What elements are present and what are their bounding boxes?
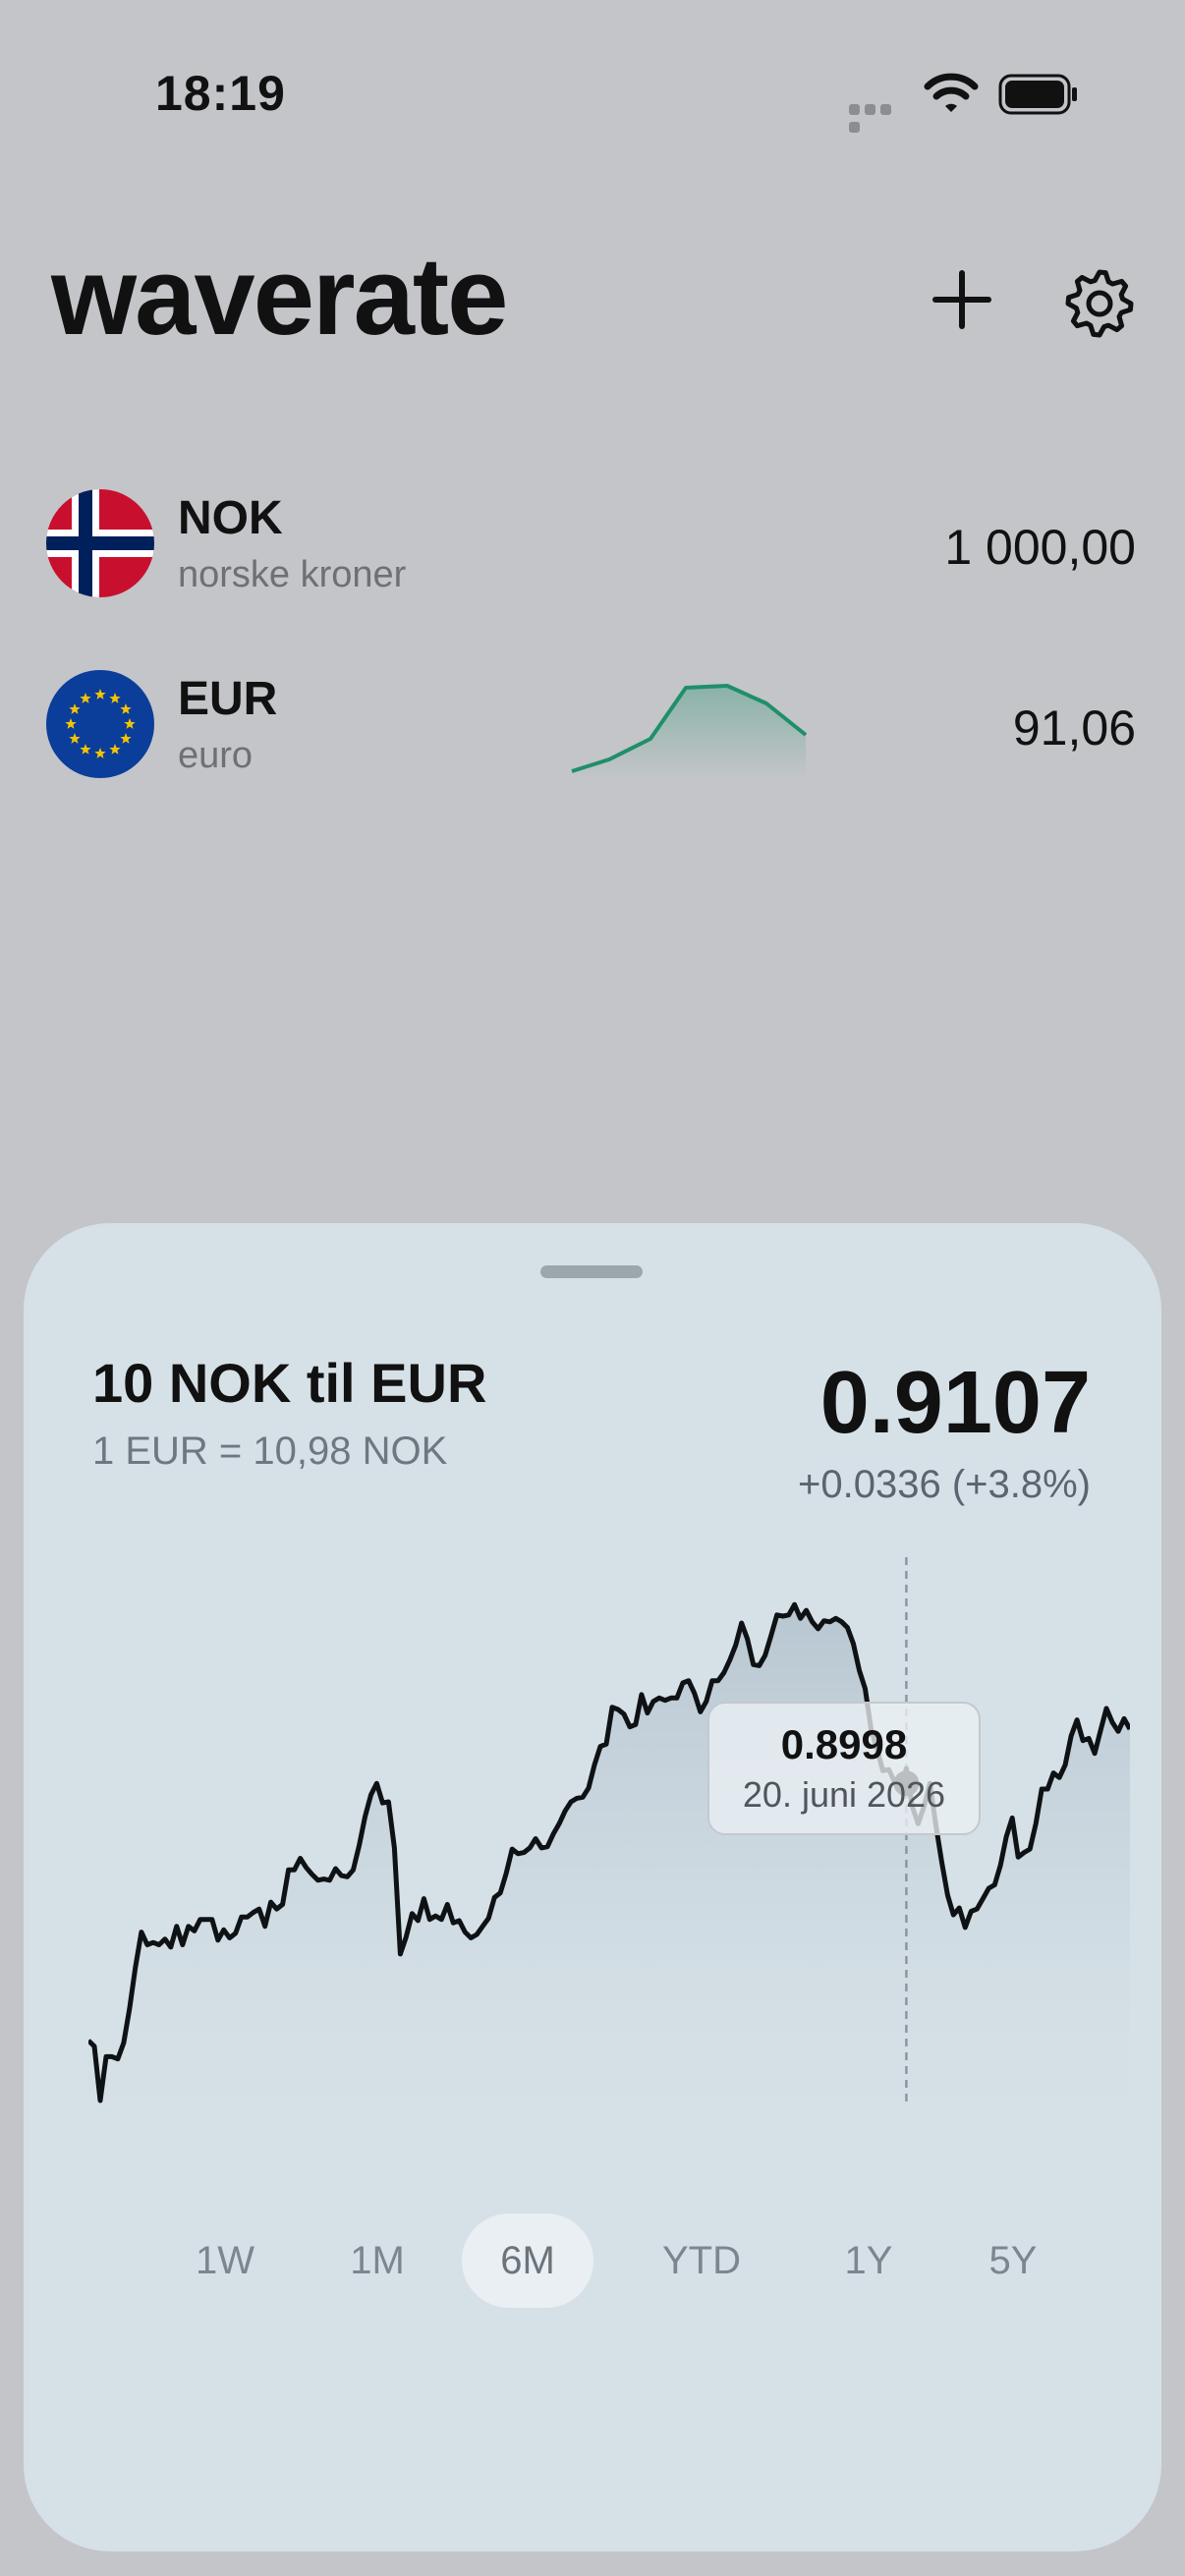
eu-flag-icon bbox=[46, 670, 154, 778]
tooltip-date: 20. juni 2026 bbox=[742, 1774, 946, 1815]
pair-title: 10 NOK til EUR bbox=[92, 1352, 487, 1414]
battery-icon bbox=[998, 74, 1077, 115]
value-change: +0.0336 (+3.8%) bbox=[798, 1463, 1091, 1506]
currency-name: euro bbox=[178, 735, 254, 776]
wifi-icon bbox=[924, 73, 979, 112]
range-ytd[interactable]: YTD bbox=[633, 2213, 770, 2308]
pair-rate: 1 EUR = 10,98 NOK bbox=[92, 1429, 448, 1473]
plus-icon[interactable] bbox=[928, 265, 996, 334]
app-title: waverate bbox=[51, 235, 508, 358]
currency-amount[interactable]: 91,06 bbox=[1013, 700, 1136, 756]
range-selector: 1W 1M 6M YTD 1Y 5Y bbox=[151, 2213, 1075, 2312]
norway-flag-icon bbox=[46, 489, 154, 597]
sheet-drag-handle[interactable] bbox=[540, 1265, 643, 1278]
range-1y[interactable]: 1Y bbox=[819, 2213, 918, 2308]
rate-chart[interactable] bbox=[88, 1557, 1130, 2127]
currency-code: NOK bbox=[178, 492, 283, 544]
range-1m[interactable]: 1M bbox=[328, 2213, 426, 2308]
currency-amount[interactable]: 1 000,00 bbox=[944, 519, 1136, 576]
chart-area bbox=[88, 1604, 1130, 2127]
range-5y[interactable]: 5Y bbox=[959, 2213, 1067, 2308]
cellular-signal-icon bbox=[849, 102, 908, 133]
tooltip-value: 0.8998 bbox=[780, 1721, 908, 1767]
currency-code: EUR bbox=[178, 673, 278, 725]
gear-icon[interactable] bbox=[1063, 267, 1136, 340]
range-6m[interactable]: 6M bbox=[462, 2213, 593, 2308]
converted-value: 0.9107 bbox=[819, 1354, 1091, 1452]
chart-tooltip: 0.8998 20. juni 2026 bbox=[707, 1702, 981, 1835]
currency-row-nok[interactable]: NOK norske kroner 1 000,00 bbox=[0, 479, 1185, 607]
rate-detail-sheet: 10 NOK til EUR 1 EUR = 10,98 NOK 0.9107 … bbox=[24, 1223, 1161, 2551]
currency-name: norske kroner bbox=[178, 554, 407, 595]
range-1w[interactable]: 1W bbox=[181, 2213, 269, 2308]
currency-row-eur[interactable]: EUR euro 91,06 bbox=[0, 660, 1185, 788]
trend-sparkline bbox=[571, 684, 808, 778]
status-time: 18:19 bbox=[155, 66, 286, 121]
